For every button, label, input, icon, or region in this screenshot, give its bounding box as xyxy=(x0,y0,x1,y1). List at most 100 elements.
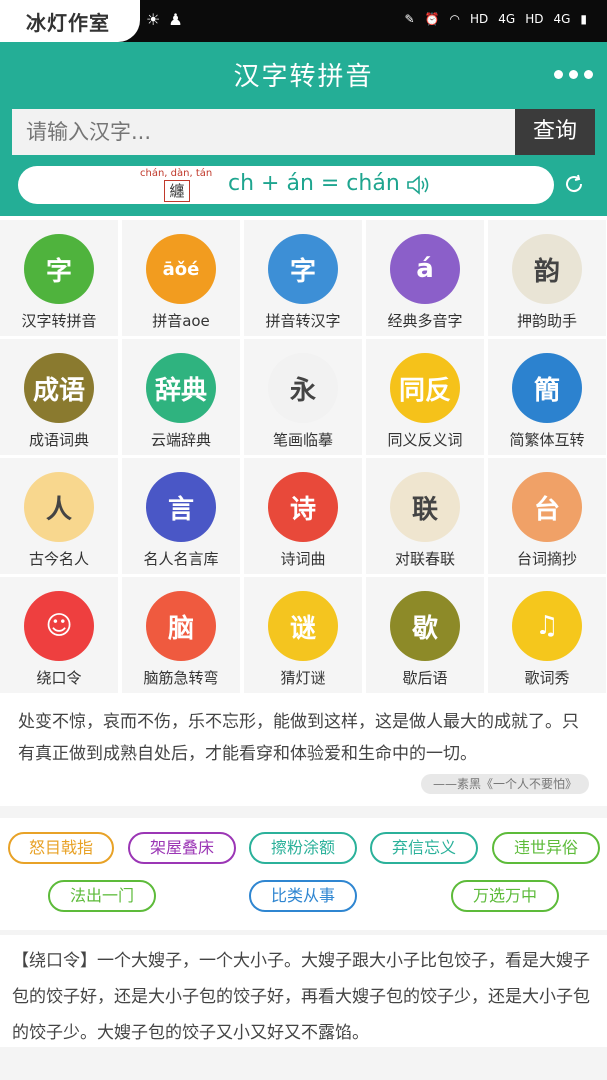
hanzi-to-pinyin-icon: 字 xyxy=(24,234,94,304)
idiom-chips: 怒目戟指 架屋叠床 擦粉涂额 弃信忘义 违世异俗法出一门 比类从事 万选万中 xyxy=(0,818,607,930)
idiom-chip[interactable]: 违世异俗 xyxy=(492,832,600,864)
feature-item[interactable]: 人古今名人 xyxy=(0,458,118,574)
feature-grid: 字汉字转拼音 āǒé 拼音aoe 字拼音转汉字 á 经典多音字韵押韵助手 成语 成语词典 辞典云… xyxy=(0,216,607,694)
feature-label: 简繁体互转 xyxy=(509,431,585,449)
icon-glyph: 辞典 xyxy=(154,375,207,406)
icon-glyph: 言 xyxy=(167,494,194,525)
feature-label: 成语词典 xyxy=(28,431,89,449)
feature-item[interactable]: 诗诗词曲 xyxy=(244,458,362,574)
pinyin-hint: chán, dàn, tán xyxy=(140,168,213,179)
system-status: ✎ ⏰ ◠ HD 4G HD 4G ▮ xyxy=(404,12,587,26)
idiom-chip[interactable]: 法出一门 xyxy=(48,880,156,912)
feature-item[interactable]: 韵押韵助手 xyxy=(488,220,606,336)
feature-item[interactable]: 谜猜灯谜 xyxy=(244,577,362,693)
feature-item[interactable]: 成语 成语词典 xyxy=(0,339,118,455)
refresh-icon[interactable] xyxy=(562,172,586,196)
couplet-icon: 联 xyxy=(390,472,460,542)
feature-item[interactable]: 字汉字转拼音 xyxy=(0,220,118,336)
film-quote-icon: 台 xyxy=(512,472,582,542)
feature-item[interactable]: 歇歇后语 xyxy=(366,577,484,693)
hd-label-2: HD xyxy=(525,12,544,26)
pen-icon: ✎ xyxy=(404,12,415,26)
feature-item[interactable]: ☺ 绕口令 xyxy=(0,577,118,693)
quote-source: ——素黑《一个人不要怕》 xyxy=(420,774,589,794)
tongue-twister-card[interactable]: 【绕口令】一个大嫂子，一个大小子。大嫂子跟大小子比包饺子，看是大嫂子包的饺子好，… xyxy=(0,935,607,1047)
simplified-traditional-icon: 簡 xyxy=(512,353,582,423)
feature-item[interactable]: 辞典 云端辞典 xyxy=(122,339,240,455)
feature-label: 拼音转汉字 xyxy=(265,312,341,330)
quotes-icon: 言 xyxy=(146,472,216,542)
famous-people-icon: 人 xyxy=(24,472,94,542)
feature-item[interactable]: 字拼音转汉字 xyxy=(244,220,362,336)
icon-glyph: 同反 xyxy=(398,375,451,406)
feature-label: 同义反义词 xyxy=(387,431,463,449)
page-title: 汉字转拼音 xyxy=(233,62,374,92)
icon-glyph: 韵 xyxy=(533,256,560,287)
pinyin-formula: ch + án = chán xyxy=(228,171,400,196)
idiom-chip[interactable]: 怒目戟指 xyxy=(8,832,114,864)
wifi-icon: ◠ xyxy=(449,12,460,26)
icon-glyph: ♫ xyxy=(535,611,559,641)
icon-glyph: á xyxy=(416,254,434,284)
icon-glyph: ☺ xyxy=(45,611,73,641)
brand-badge: 冰灯作室 xyxy=(0,0,140,42)
hd-label-1: HD xyxy=(469,12,489,26)
search-area: 查询 chán, dàn, tán 纏 ch + án = chán xyxy=(0,106,607,216)
feature-label: 诗词曲 xyxy=(280,550,326,568)
idiom-chip[interactable]: 万选万中 xyxy=(451,880,559,912)
idiom-dictionary-icon: 成语 xyxy=(24,353,94,423)
status-bar: 冰灯作室 ☀ ♟ ✎ ⏰ ◠ HD 4G HD 4G ▮ xyxy=(0,0,607,42)
rhyme-icon: 韵 xyxy=(512,234,582,304)
notification-icons: ☀ ♟ xyxy=(146,10,183,29)
feature-label: 云端辞典 xyxy=(150,431,211,449)
feature-label: 脑筋急转弯 xyxy=(143,669,219,687)
xiehouyu-icon: 歇 xyxy=(390,591,460,661)
icon-glyph: 歇 xyxy=(411,613,438,644)
network-label-1: 4G xyxy=(498,12,516,26)
feature-item[interactable]: 簡简繁体互转 xyxy=(488,339,606,455)
speaker-icon[interactable] xyxy=(406,174,432,196)
quote-card[interactable]: 处变不惊，哀而不伤，乐不忘形，能做到这样，这是做人最大的成就了。只有真正做到成熟… xyxy=(0,694,607,806)
poetry-icon: 诗 xyxy=(268,472,338,542)
battery-icon: ▮ xyxy=(580,12,587,26)
idiom-chip[interactable]: 架屋叠床 xyxy=(128,832,236,864)
brain-teaser-icon: 脑 xyxy=(146,591,216,661)
icon-glyph: 永 xyxy=(289,375,316,406)
feature-item[interactable]: 言名人名言库 xyxy=(122,458,240,574)
feature-item[interactable]: 脑脑筋急转弯 xyxy=(122,577,240,693)
icon-glyph: 人 xyxy=(45,494,72,525)
more-menu-button[interactable] xyxy=(554,70,593,79)
stroke-practice-icon: 永 xyxy=(268,353,338,423)
feature-label: 古今名人 xyxy=(28,550,89,568)
feature-item[interactable]: á 经典多音字 xyxy=(366,220,484,336)
idiom-chip[interactable]: 擦粉涂额 xyxy=(249,832,357,864)
feature-item[interactable]: 联对联春联 xyxy=(366,458,484,574)
feature-label: 台词摘抄 xyxy=(516,550,577,568)
feature-label: 名人名言库 xyxy=(143,550,219,568)
icon-glyph: 簡 xyxy=(533,375,560,406)
feature-item[interactable]: āǒé 拼音aoe xyxy=(122,220,240,336)
pinyin-aoe-icon: āǒé xyxy=(146,234,216,304)
demo-character: 纏 xyxy=(164,180,190,202)
icon-glyph: 字 xyxy=(289,256,316,287)
icon-glyph: 诗 xyxy=(289,494,316,525)
network-label-2: 4G xyxy=(553,12,571,26)
lyrics-icon: ♫ xyxy=(512,591,582,661)
feature-item[interactable]: 同反 同义反义词 xyxy=(366,339,484,455)
polyphone-icon: á xyxy=(390,234,460,304)
idiom-chip[interactable]: 比类从事 xyxy=(249,880,357,912)
pinyin-demo: chán, dàn, tán 纏 ch + án = chán xyxy=(18,166,554,204)
feature-label: 绕口令 xyxy=(36,669,82,687)
feature-label: 笔画临摹 xyxy=(272,431,333,449)
feature-item[interactable]: ♫ 歌词秀 xyxy=(488,577,606,693)
feature-item[interactable]: 台台词摘抄 xyxy=(488,458,606,574)
icon-glyph: 脑 xyxy=(167,613,194,644)
feature-item[interactable]: 永笔画临摹 xyxy=(244,339,362,455)
cloud-dictionary-icon: 辞典 xyxy=(146,353,216,423)
icon-glyph: 成语 xyxy=(32,375,85,406)
brand-text: 冰灯作室 xyxy=(26,11,110,35)
search-button[interactable]: 查询 xyxy=(515,109,595,155)
dot-icon xyxy=(569,70,578,79)
idiom-chip[interactable]: 弃信忘义 xyxy=(370,832,478,864)
search-input[interactable] xyxy=(12,109,515,155)
